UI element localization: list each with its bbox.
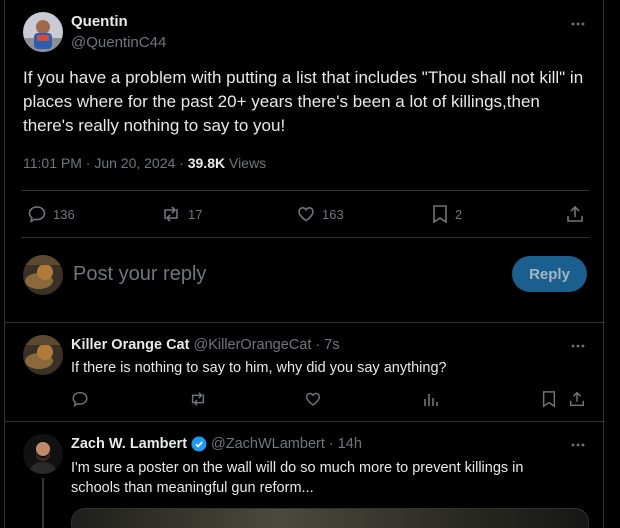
- divider: [5, 322, 605, 323]
- reply-composer-input[interactable]: Post your reply: [73, 263, 206, 286]
- verified-badge-icon: [191, 436, 207, 452]
- tweet-timestamp[interactable]: 11:01 PM · Jun 20, 2024 ·: [23, 155, 188, 171]
- author-name[interactable]: Quentin: [71, 13, 128, 30]
- reply-text: I'm sure a poster on the wall will do so…: [71, 460, 524, 496]
- author-avatar[interactable]: [23, 12, 63, 52]
- heart-icon: [296, 204, 316, 224]
- heart-icon[interactable]: [304, 390, 322, 408]
- tweet-meta: 11:01 PM · Jun 20, 2024 · 39.8K Views: [23, 155, 266, 171]
- reply-button[interactable]: Reply: [512, 256, 587, 292]
- bookmark-count: 2: [455, 206, 463, 222]
- bookmark-icon[interactable]: [541, 390, 557, 408]
- reply-action[interactable]: 136: [27, 204, 75, 224]
- views-count[interactable]: 39.8K: [188, 155, 225, 171]
- reply-header: Killer Orange Cat @KillerOrangeCat · 7s: [71, 337, 340, 353]
- timeline-column: Quentin @QuentinC44 If you have a proble…: [4, 0, 605, 528]
- reply-author-handle[interactable]: @ZachWLambert: [211, 436, 325, 452]
- divider: [5, 421, 605, 422]
- reply-icon[interactable]: [71, 390, 89, 408]
- reply-author-handle[interactable]: @KillerOrangeCat: [193, 337, 311, 353]
- share-icon[interactable]: [565, 204, 585, 224]
- bookmark-action[interactable]: 2: [431, 204, 462, 224]
- divider: [21, 237, 589, 238]
- more-options-icon[interactable]: [570, 338, 586, 354]
- like-action[interactable]: 163: [296, 204, 344, 224]
- analytics-icon[interactable]: [423, 390, 439, 408]
- author-handle[interactable]: @QuentinC44: [71, 34, 166, 51]
- reply-count: 136: [53, 206, 75, 222]
- reply-timestamp[interactable]: · 14h: [329, 436, 362, 452]
- bookmark-icon: [431, 204, 449, 224]
- reply-text: If there is nothing to say to him, why d…: [71, 360, 447, 376]
- repost-count: 17: [188, 206, 203, 222]
- reply-avatar[interactable]: [23, 434, 63, 474]
- thread-line: [42, 478, 44, 528]
- reply-header: Zach W. Lambert @ZachWLambert · 14h: [71, 436, 362, 452]
- reply-author-name[interactable]: Killer Orange Cat: [71, 337, 189, 353]
- repost-icon: [160, 204, 182, 224]
- avatar-image: [23, 335, 63, 375]
- tweet-text: If you have a problem with putting a lis…: [23, 68, 584, 135]
- avatar-image: [23, 255, 63, 295]
- reply-media[interactable]: [71, 508, 589, 528]
- reply-author-name[interactable]: Zach W. Lambert: [71, 436, 187, 452]
- reply-icon: [27, 204, 47, 224]
- reply-timestamp[interactable]: · 7s: [315, 337, 339, 353]
- avatar-image: [23, 434, 63, 474]
- reply-avatar[interactable]: [23, 335, 63, 375]
- share-icon[interactable]: [568, 390, 586, 408]
- divider: [21, 190, 589, 191]
- avatar-image: [23, 12, 63, 52]
- views-label: Views: [225, 155, 267, 171]
- more-options-icon[interactable]: [570, 437, 586, 453]
- my-avatar[interactable]: [23, 255, 63, 295]
- like-count: 163: [322, 206, 344, 222]
- repost-action[interactable]: 17: [160, 204, 202, 224]
- repost-icon[interactable]: [188, 390, 208, 408]
- more-options-icon[interactable]: [570, 16, 586, 32]
